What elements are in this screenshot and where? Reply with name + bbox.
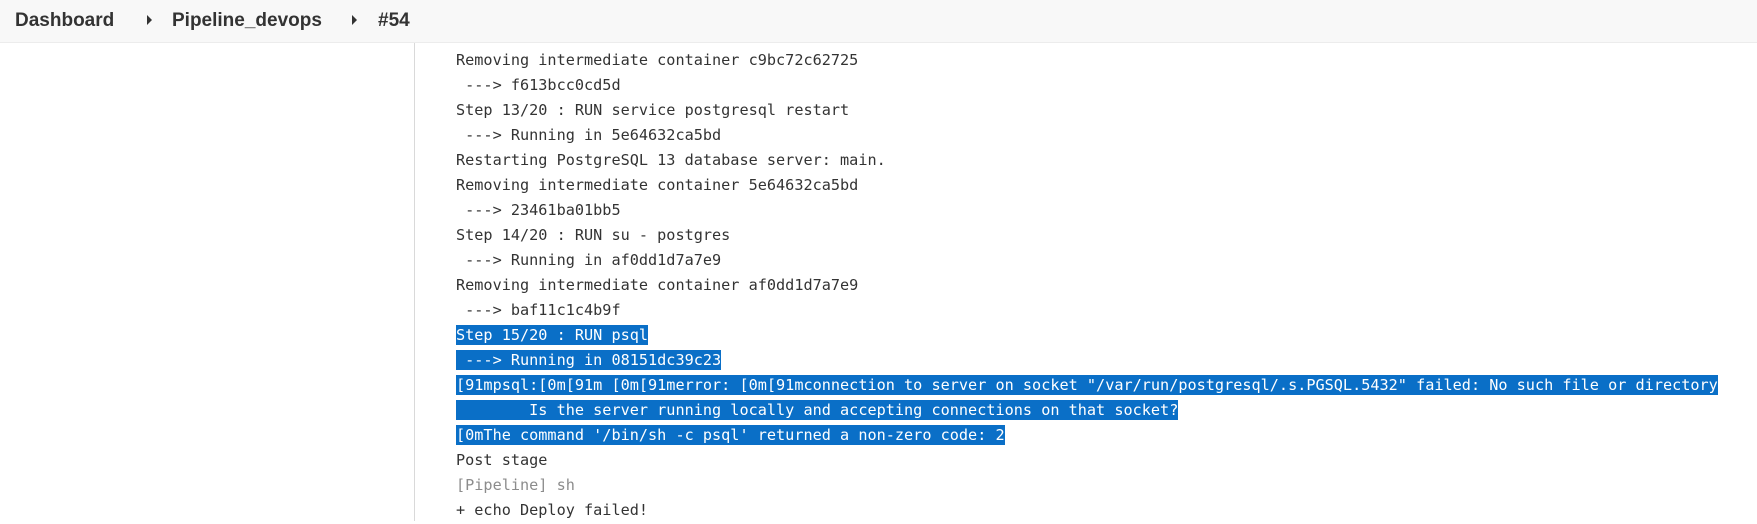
console-line: Is the server running locally and accept… (456, 399, 1718, 424)
breadcrumb-dashboard-link[interactable]: Dashboard (15, 10, 114, 32)
console-line-text: [0mThe command '/bin/sh -c psql' returne… (456, 425, 1005, 445)
console-line-text: ---> Running in 08151dc39c23 (456, 350, 722, 370)
console-line-text: Post stage (456, 451, 548, 469)
console-line-text: ---> Running in 5e64632ca5bd (456, 126, 722, 144)
console-line: [Pipeline] sh (456, 474, 1718, 499)
console-line: [0mThe command '/bin/sh -c psql' returne… (456, 424, 1718, 449)
console-line: Step 14/20 : RUN su - postgres (456, 224, 1718, 249)
console-line-text: Removing intermediate container af0dd1d7… (456, 276, 859, 294)
console-line-text: Removing intermediate container 5e64632c… (456, 176, 859, 194)
console-line-text: ---> baf11c1c4b9f (456, 301, 621, 319)
console-line-text: Step 13/20 : RUN service postgresql rest… (456, 101, 850, 119)
console-line: Removing intermediate container c9bc72c6… (456, 49, 1718, 74)
console-line: ---> Running in 5e64632ca5bd (456, 124, 1718, 149)
console-line-text: Step 15/20 : RUN psql (456, 325, 649, 345)
chevron-right-icon[interactable] (147, 15, 152, 25)
sidebar-divider (414, 43, 415, 521)
console-line-text: + echo Deploy failed! (456, 501, 649, 519)
console-line-text: [Pipeline] sh (456, 476, 575, 494)
console-line: ---> f613bcc0cd5d (456, 74, 1718, 99)
console-line-text: [91mpsql:[0m[91m [0m[91merror: [0m[91mco… (456, 375, 1718, 395)
console-line: ---> Running in af0dd1d7a7e9 (456, 249, 1718, 274)
console-line-text: Is the server running locally and accept… (456, 400, 1179, 420)
console-line-text: Removing intermediate container c9bc72c6… (456, 51, 859, 69)
console-line: ---> Running in 08151dc39c23 (456, 349, 1718, 374)
console-line: Step 13/20 : RUN service postgresql rest… (456, 99, 1718, 124)
breadcrumb: Dashboard Pipeline_devops #54 (0, 0, 1757, 43)
console-line-text: ---> 23461ba01bb5 (456, 201, 621, 219)
breadcrumb-build-link[interactable]: #54 (378, 10, 410, 32)
console-line: Post stage (456, 449, 1718, 474)
console-line-text: Restarting PostgreSQL 13 database server… (456, 151, 886, 169)
console-line: ---> baf11c1c4b9f (456, 299, 1718, 324)
console-line-text: Step 14/20 : RUN su - postgres (456, 226, 731, 244)
console-line: ---> 23461ba01bb5 (456, 199, 1718, 224)
console-line: Removing intermediate container af0dd1d7… (456, 274, 1718, 299)
console-line-text: ---> f613bcc0cd5d (456, 76, 621, 94)
chevron-right-icon[interactable] (352, 15, 357, 25)
console-line: Restarting PostgreSQL 13 database server… (456, 149, 1718, 174)
console-line: [91mpsql:[0m[91m [0m[91merror: [0m[91mco… (456, 374, 1718, 399)
console-line-text: ---> Running in af0dd1d7a7e9 (456, 251, 722, 269)
console-line: + echo Deploy failed! (456, 499, 1718, 524)
breadcrumb-pipeline-link[interactable]: Pipeline_devops (172, 10, 322, 32)
console-line: Removing intermediate container 5e64632c… (456, 174, 1718, 199)
console-line: Step 15/20 : RUN psql (456, 324, 1718, 349)
console-output[interactable]: Removing intermediate container c9bc72c6… (456, 49, 1718, 524)
